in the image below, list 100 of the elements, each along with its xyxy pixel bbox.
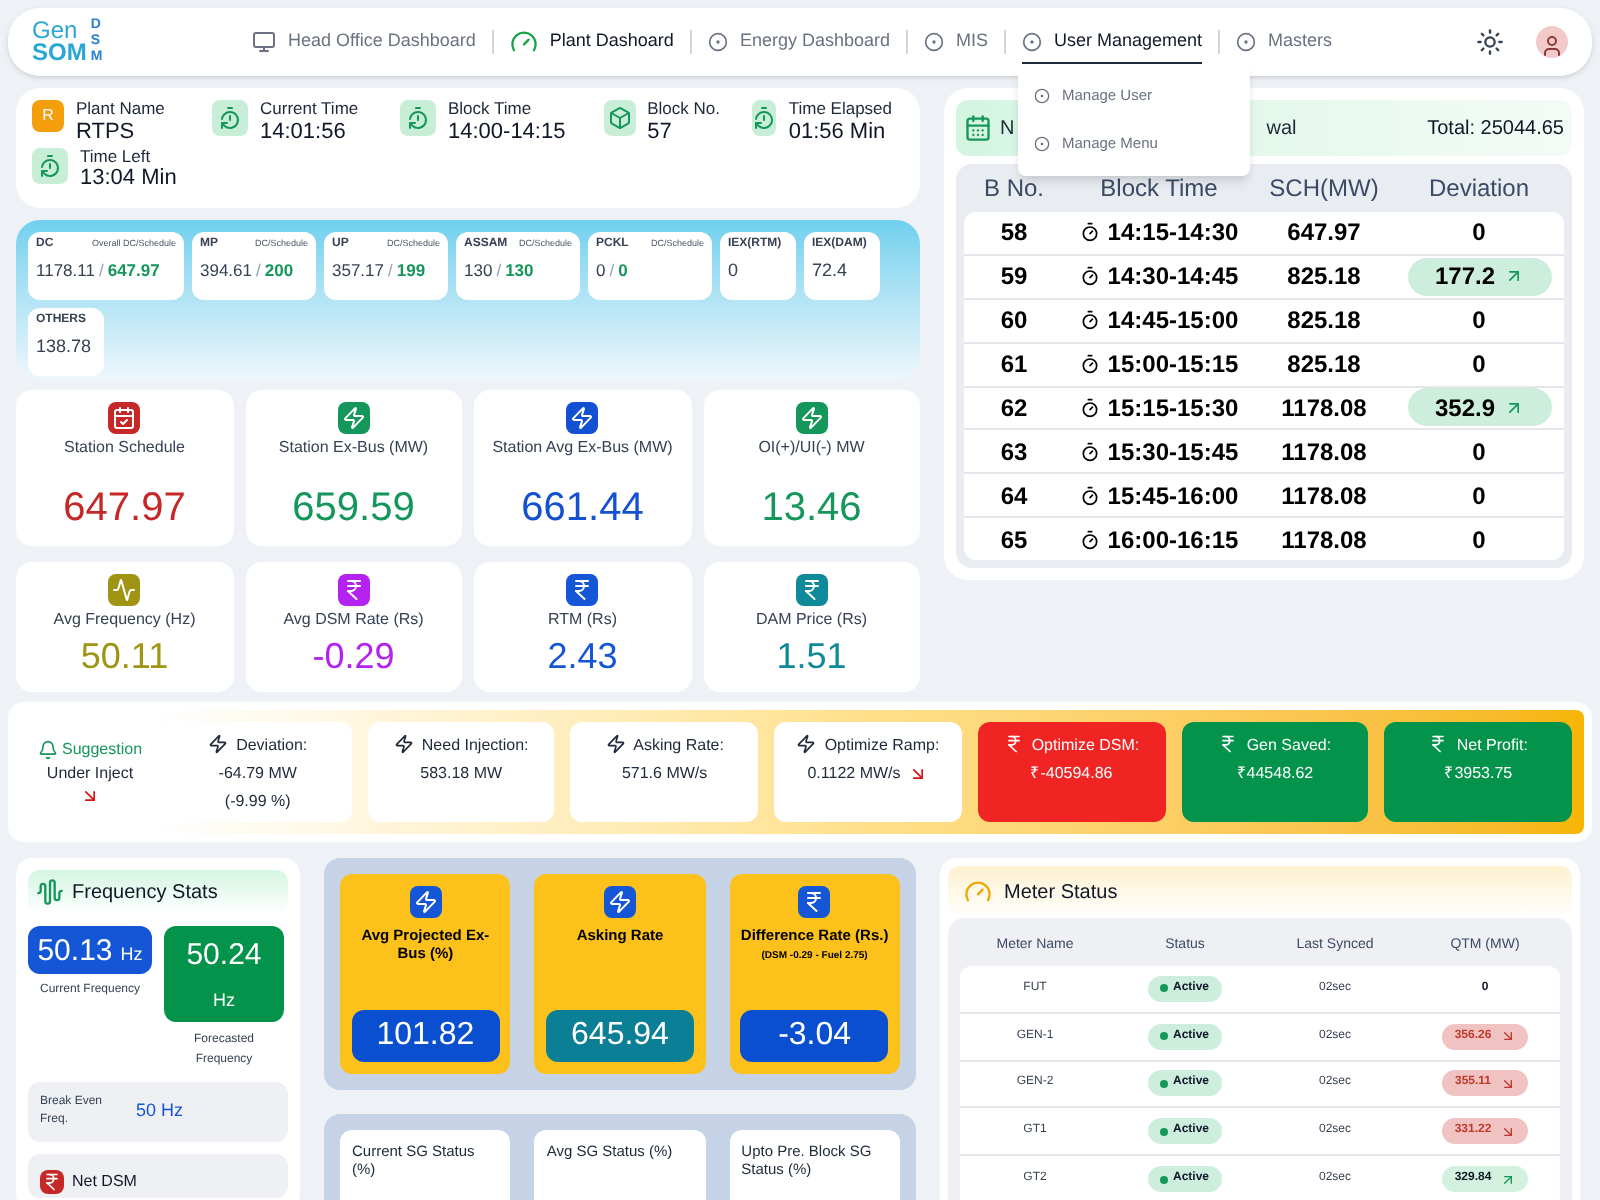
stat-value: 647.97 <box>63 484 186 534</box>
separator: / <box>388 258 393 284</box>
deviation-value: 0 <box>1472 479 1486 514</box>
info-value: 01:56 Min <box>788 121 888 143</box>
schedule-value: 647.97 <box>107 258 160 284</box>
projection-value: -3.04 <box>740 1010 889 1062</box>
bolt-icon <box>393 734 414 754</box>
table-cell-text: 1178.08 <box>1279 523 1369 558</box>
avatar[interactable] <box>1536 26 1568 58</box>
card-label: Asking Rate: <box>605 734 724 758</box>
dc-value: 0 <box>596 258 606 284</box>
table-cell-text: 61 <box>998 348 1030 383</box>
table-cell-text: 825.18 <box>1285 304 1363 339</box>
nav-tab[interactable]: Plant Dashoard <box>509 19 674 65</box>
timer-icon <box>1079 441 1100 462</box>
arrow-down-icon <box>1499 1028 1516 1045</box>
clock-icon <box>752 100 777 136</box>
card-note: (-9.99 %) <box>224 790 291 814</box>
column-header: SCH(MW) <box>1267 172 1381 206</box>
projection-value: 101.82 <box>351 1010 500 1062</box>
timer-icon <box>1079 354 1100 375</box>
bolt-icon <box>795 402 828 434</box>
stat-title: RTM (Rs) <box>547 610 617 630</box>
rupee-icon <box>1003 734 1024 754</box>
card-value: ₹-40594.86 <box>1030 762 1113 786</box>
dot-icon <box>1022 31 1042 51</box>
theme-toggle-icon[interactable] <box>1476 28 1504 56</box>
monitor-icon <box>252 29 276 53</box>
timer-icon <box>1079 310 1100 331</box>
dc-value: 357.17 <box>332 258 384 284</box>
current-frequency: 50.13 Hz <box>28 926 152 974</box>
deviation-value: 0 <box>1472 348 1486 383</box>
arrow-down-icon <box>1499 1075 1516 1092</box>
schedule-value: 0 <box>618 258 628 284</box>
column-header: Block Time <box>1098 172 1220 206</box>
nav-tab[interactable]: Energy Dashboard <box>707 19 890 65</box>
table-cell: 14:15-14:30 <box>1064 214 1254 251</box>
logo-text: Gen <box>32 20 78 42</box>
card-title: wal <box>1266 115 1297 143</box>
info-label: Time Left <box>80 147 153 164</box>
stat-value: 50.11 <box>80 634 169 680</box>
nav-tab[interactable]: Head Office Dashboard <box>252 19 476 65</box>
nav-tab[interactable]: Masters <box>1236 19 1333 65</box>
deviation-value: 0 <box>1472 435 1486 470</box>
table-cell: 14:45-15:00 <box>1064 302 1254 339</box>
info-value: 13:04 Min <box>80 168 177 190</box>
schedule-value: 200 <box>264 258 294 284</box>
arrow-down-icon <box>908 764 929 784</box>
deviation-value: 177.2 <box>1407 257 1551 296</box>
suggestion-title: Suggestion <box>37 738 143 762</box>
waveform-icon <box>36 878 64 906</box>
table-cell-text: 825.18 <box>1285 348 1363 383</box>
forecast-frequency: 50.24 Hz <box>164 926 284 1022</box>
timer-icon <box>1079 529 1100 550</box>
table-cell-text: 63 <box>998 435 1030 470</box>
card-label: Deviation: <box>208 734 308 758</box>
deviation-value: 352.9 <box>1407 388 1551 427</box>
info-value: RTPS <box>76 121 137 143</box>
arrow-up-icon <box>1499 1171 1516 1188</box>
schedule-value: 199 <box>396 258 426 284</box>
rupee-icon <box>337 574 370 606</box>
arrow-up-icon <box>1503 266 1524 287</box>
projection-value: 645.94 <box>545 1010 694 1062</box>
gauge-icon <box>964 878 992 906</box>
table-cell-text: 60 <box>998 304 1030 339</box>
info-label: Time Elapsed <box>788 100 892 117</box>
arrow-up-icon <box>1503 397 1524 418</box>
stat-title: Avg DSM Rate (Rs) <box>283 610 424 630</box>
calendar-icon <box>108 402 141 434</box>
stat-title: Station Schedule <box>64 438 185 458</box>
table-cell-text: 65 <box>998 523 1030 558</box>
card-value: 583.18 MW <box>420 762 503 786</box>
total-value: Total: 25044.65 <box>1427 115 1564 143</box>
card-label: Gen Saved: <box>1218 734 1332 758</box>
card-label: Need Injection: <box>393 734 529 758</box>
clock-icon <box>212 100 248 136</box>
stat-value: 661.44 <box>521 484 644 534</box>
table-cell: 15:15-15:30 <box>1064 389 1254 426</box>
stat-title: Station Avg Ex-Bus (MW) <box>492 438 673 458</box>
dot-icon <box>1034 135 1050 152</box>
card-value: 571.6 MW/s <box>621 762 708 786</box>
card-title: Net DSM <box>72 1170 137 1194</box>
stat-value: -0.29 <box>312 634 395 680</box>
info-value: 14:00-14:15 <box>448 121 566 143</box>
card-label: Net Profit: <box>1428 734 1528 758</box>
card-label: Optimize Ramp: <box>796 734 940 758</box>
table-cell: 15:00-15:15 <box>1064 346 1254 383</box>
arrow-down-icon <box>1499 1123 1516 1140</box>
rupee-icon <box>1428 734 1449 754</box>
timer-icon <box>1079 397 1100 418</box>
table-cell: 15:45-16:00 <box>1064 477 1254 514</box>
table-cell-text: 647.97 <box>1285 216 1363 251</box>
dc-value: 394.61 <box>200 258 252 284</box>
rupee-icon <box>40 1170 64 1194</box>
nav-tab[interactable]: MIS <box>923 19 988 65</box>
clock-icon <box>400 100 436 136</box>
rupee-icon <box>1218 734 1239 754</box>
info-label: Current Time <box>260 100 359 117</box>
cube-icon <box>604 100 636 136</box>
separator: / <box>98 258 104 284</box>
